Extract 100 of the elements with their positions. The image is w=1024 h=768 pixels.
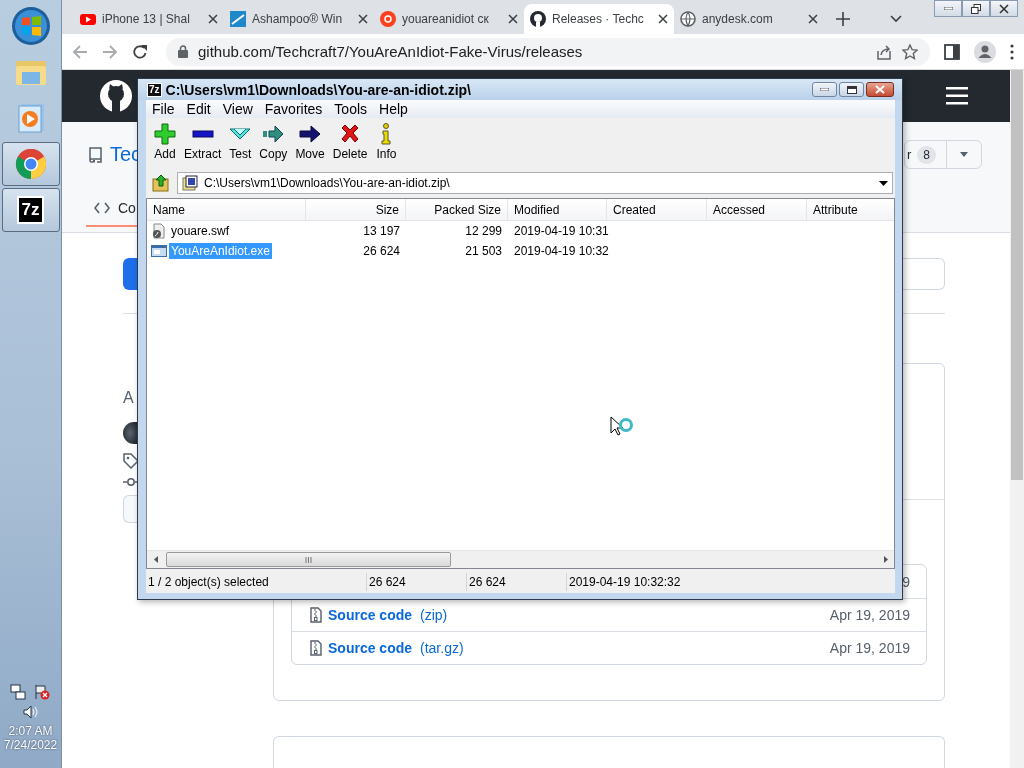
table-cell-text: 12 299 (464, 224, 503, 238)
archiver-icon[interactable]: 7z (16, 196, 45, 224)
profile-icon[interactable] (974, 40, 996, 63)
column-header[interactable]: Attribute (807, 199, 894, 220)
code-icon (94, 202, 110, 214)
globe-icon (680, 11, 696, 27)
ring-icon (380, 11, 396, 27)
flag-warning-icon[interactable] (34, 684, 51, 700)
up-folder-icon (152, 174, 170, 192)
grip-icon (305, 556, 312, 563)
start-orb-icon[interactable] (10, 6, 51, 46)
speaker-icon[interactable] (22, 704, 39, 720)
taskbar-button[interactable]: 7z (1, 188, 60, 232)
zip-file-icon (310, 640, 322, 656)
close-button[interactable] (866, 82, 894, 97)
toolbar-button[interactable]: Test (225, 121, 256, 163)
column-header[interactable]: Size (306, 199, 406, 220)
menu-item[interactable]: File (148, 100, 183, 118)
file-name[interactable]: youare.swf (169, 223, 232, 239)
asset-link[interactable]: Source code (328, 607, 413, 623)
taskbar-button[interactable] (1, 142, 60, 186)
star-icon[interactable] (902, 43, 918, 60)
horizontal-scrollbar[interactable] (147, 550, 894, 568)
toolbar-button[interactable]: Info (371, 121, 402, 163)
menu-item[interactable]: Help (375, 100, 416, 118)
close-icon[interactable] (808, 14, 818, 24)
side-panel-icon[interactable] (944, 43, 960, 60)
scrollbar[interactable] (1010, 70, 1024, 768)
toolbar-button[interactable]: Extract (180, 121, 226, 163)
app-icon: 7z (147, 82, 162, 97)
browser-tab[interactable]: anydesk.com (674, 4, 824, 34)
star-counter: 8 (917, 145, 936, 164)
share-icon[interactable] (876, 43, 892, 60)
column-header[interactable]: Name (147, 199, 306, 220)
arrow-right-icon (299, 123, 322, 145)
asset-format: (zip) (420, 607, 448, 623)
caret-icon[interactable] (960, 152, 968, 157)
restore-icon (971, 3, 981, 14)
network-icon[interactable] (10, 684, 27, 700)
close-icon[interactable] (508, 14, 518, 24)
status-text: 26 624 (467, 573, 567, 591)
toolbar-button[interactable]: Copy (255, 121, 292, 163)
scroll-thumb[interactable] (166, 552, 451, 567)
toolbar-button[interactable]: Add (150, 121, 180, 163)
browser-tab[interactable]: youareanidiot ск (374, 4, 524, 34)
table-cell-text: 2019-04-19 10:32 (513, 244, 607, 258)
close-icon[interactable] (358, 14, 368, 24)
asset-date: Apr 19, 2019 (829, 640, 910, 656)
browser-tab[interactable]: iPhone 13 | Shal (74, 4, 224, 34)
media-player-icon[interactable] (16, 103, 45, 133)
star-label: r (906, 147, 912, 162)
table-cell-text: 21 503 (464, 244, 503, 258)
toolbar-button[interactable]: Delete (328, 121, 372, 163)
column-header[interactable]: Accessed (707, 199, 807, 220)
column-header[interactable]: Modified (508, 199, 607, 220)
reload-icon[interactable] (132, 43, 148, 60)
status-text: 1 / 2 object(s) selected (146, 573, 367, 591)
hamburger-menu-icon[interactable] (946, 87, 968, 105)
new-tab-icon[interactable] (836, 12, 850, 26)
star-button[interactable]: r 8 (903, 140, 982, 169)
menu-icon[interactable] (1010, 43, 1014, 60)
arrow-right-icon (262, 123, 285, 145)
menu-item[interactable]: Favorites (260, 100, 331, 118)
dropdown-icon[interactable] (879, 180, 888, 186)
lock-icon (178, 45, 188, 58)
archive-icon (182, 175, 198, 191)
scroll-thumb[interactable] (1011, 70, 1023, 480)
octocat-logo-icon[interactable] (100, 80, 132, 112)
asset-date: 9 (902, 573, 910, 590)
close-icon[interactable] (658, 14, 668, 24)
close-icon (999, 3, 1009, 14)
clock-time: 2:07 AM (7, 724, 54, 738)
chrome-icon[interactable] (14, 148, 47, 180)
tab-search-icon[interactable] (890, 15, 902, 23)
toolbar-button[interactable]: Move (291, 121, 329, 163)
table-cell-text: 26 624 (362, 244, 401, 258)
asset-link[interactable]: Source code (328, 640, 413, 656)
address-bar[interactable]: github.com/Techcraft7/YouAreAnIdiot-Fake-Virus/releases (166, 37, 930, 66)
maximize-button[interactable] (839, 82, 864, 97)
menu-item[interactable]: View (218, 100, 261, 118)
path-field[interactable]: C:\Users\vm1\Downloads\You-are-an-idiot.zip\ (177, 172, 893, 194)
avatar[interactable] (123, 422, 137, 444)
browser-tab[interactable]: Ashampoo® Win (224, 4, 374, 34)
browser-tab[interactable]: Releases · Techc (524, 4, 674, 34)
close-icon[interactable] (208, 14, 218, 24)
asset-format: (tar.gz) (420, 640, 464, 656)
minimize-icon (943, 7, 953, 10)
close-icon (875, 85, 885, 94)
primary-button[interactable] (123, 258, 137, 290)
menu-item[interactable]: Tools (330, 100, 376, 118)
table-cell-text: 2019-04-19 10:31 (513, 224, 607, 238)
play-icon (80, 11, 96, 27)
scroll-right-icon[interactable] (883, 556, 888, 563)
scroll-left-icon[interactable] (153, 556, 158, 563)
restore-button[interactable] (962, 0, 990, 17)
window-title: C:\Users\vm1\Downloads\You-are-an-idiot.zip\ (165, 81, 472, 98)
menu-item[interactable]: Edit (182, 100, 219, 118)
close-button[interactable] (990, 0, 1018, 17)
column-header[interactable]: Packed Size (406, 199, 508, 220)
column-header[interactable]: Created (607, 199, 707, 220)
